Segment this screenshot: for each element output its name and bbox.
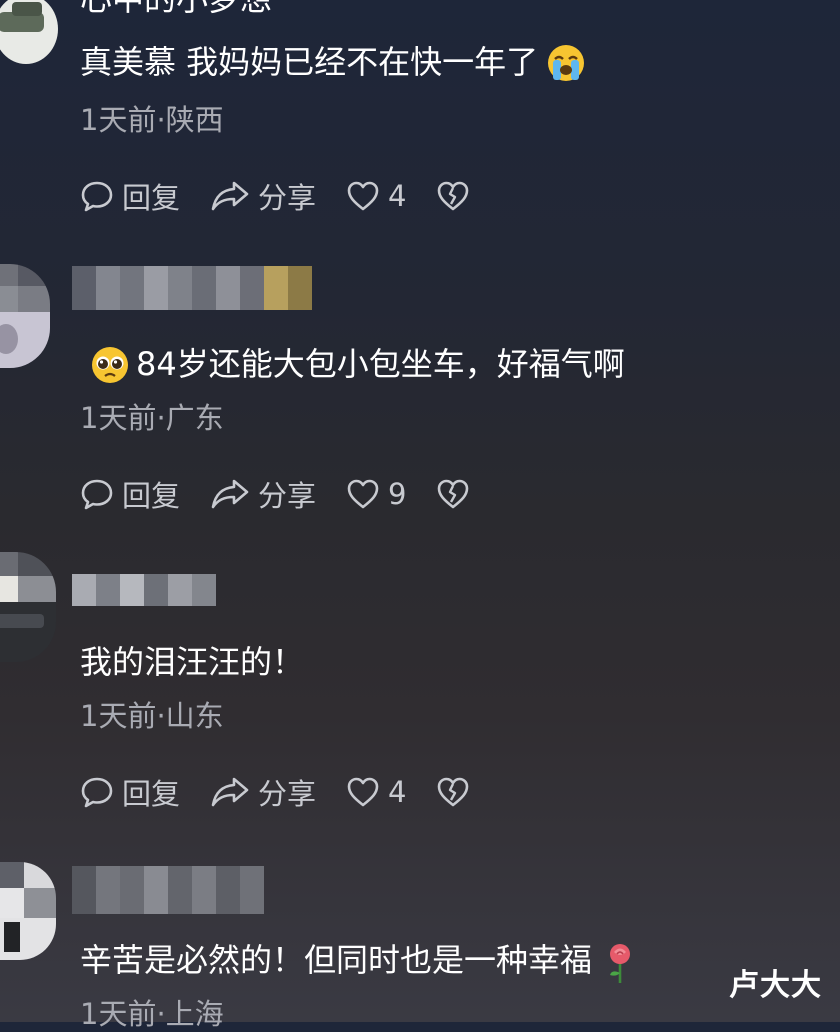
reply-label: 回复 <box>122 181 181 215</box>
heart-icon <box>347 181 379 211</box>
share-label: 分享 <box>258 181 317 215</box>
comment-text-content: 84岁还能大包小包坐车，好福气啊 <box>136 345 625 383</box>
comment-text: 我的泪汪汪的！ <box>80 643 305 681</box>
watermark: 卢大大 <box>729 968 822 1003</box>
like-count: 4 <box>388 179 407 213</box>
like-button[interactable]: 4 <box>346 775 406 809</box>
username[interactable]: 心中的小梦想 <box>80 0 272 20</box>
dislike-button[interactable] <box>436 478 470 510</box>
heart-icon <box>347 479 379 509</box>
dislike-button[interactable] <box>436 180 470 212</box>
broken-heart-icon <box>438 777 469 807</box>
dislike-button[interactable] <box>436 776 470 808</box>
reply-icon <box>81 181 113 212</box>
reply-button[interactable]: 回复 <box>80 175 180 217</box>
comment-text: 真美慕 我妈妈已经不在快一年了 <box>80 42 585 82</box>
rose-icon <box>600 941 638 983</box>
reply-icon <box>81 479 113 510</box>
share-button[interactable]: 分享 <box>210 175 316 217</box>
like-count: 4 <box>388 775 407 809</box>
comment-meta: 1天前·广东 <box>80 401 224 435</box>
comment-actions: 回复 分享 4 <box>80 176 500 216</box>
pleading-face-icon <box>90 345 128 383</box>
share-icon <box>211 181 249 211</box>
heart-icon <box>347 777 379 807</box>
comment-meta: 1天前·陕西 <box>80 103 224 137</box>
avatar[interactable] <box>0 552 56 662</box>
reply-label: 回复 <box>122 777 181 811</box>
share-label: 分享 <box>258 479 317 513</box>
share-button[interactable]: 分享 <box>210 771 316 813</box>
comment-text: 84岁还能大包小包坐车，好福气啊 <box>90 344 625 384</box>
avatar[interactable] <box>0 862 56 960</box>
comment-meta: 1天前·上海 <box>80 997 224 1031</box>
comment-actions: 回复 分享 4 <box>80 772 500 812</box>
username-blurred[interactable] <box>72 574 216 606</box>
username-blurred[interactable] <box>72 266 312 310</box>
avatar[interactable] <box>0 0 58 64</box>
username-blurred[interactable] <box>72 866 264 914</box>
like-count: 9 <box>388 477 407 511</box>
comment-text-content: 真美慕 我妈妈已经不在快一年了 <box>80 43 539 81</box>
comment-text: 辛苦是必然的！但同时也是一种幸福 <box>80 940 638 983</box>
reply-button[interactable]: 回复 <box>80 771 180 813</box>
share-icon <box>211 777 249 807</box>
like-button[interactable]: 4 <box>346 179 406 213</box>
broken-heart-icon <box>438 181 469 211</box>
comment-meta: 1天前·山东 <box>80 699 224 733</box>
reply-button[interactable]: 回复 <box>80 473 180 515</box>
loudly-crying-face-icon <box>546 43 585 81</box>
reply-icon <box>81 777 113 808</box>
broken-heart-icon <box>438 479 469 509</box>
like-button[interactable]: 9 <box>346 477 406 511</box>
share-label: 分享 <box>258 777 317 811</box>
share-icon <box>211 479 249 509</box>
comment-text-content: 辛苦是必然的！但同时也是一种幸福 <box>80 941 593 979</box>
avatar[interactable] <box>0 264 50 368</box>
comment-actions: 回复 分享 9 <box>80 474 500 514</box>
share-button[interactable]: 分享 <box>210 473 316 515</box>
reply-label: 回复 <box>122 479 181 513</box>
